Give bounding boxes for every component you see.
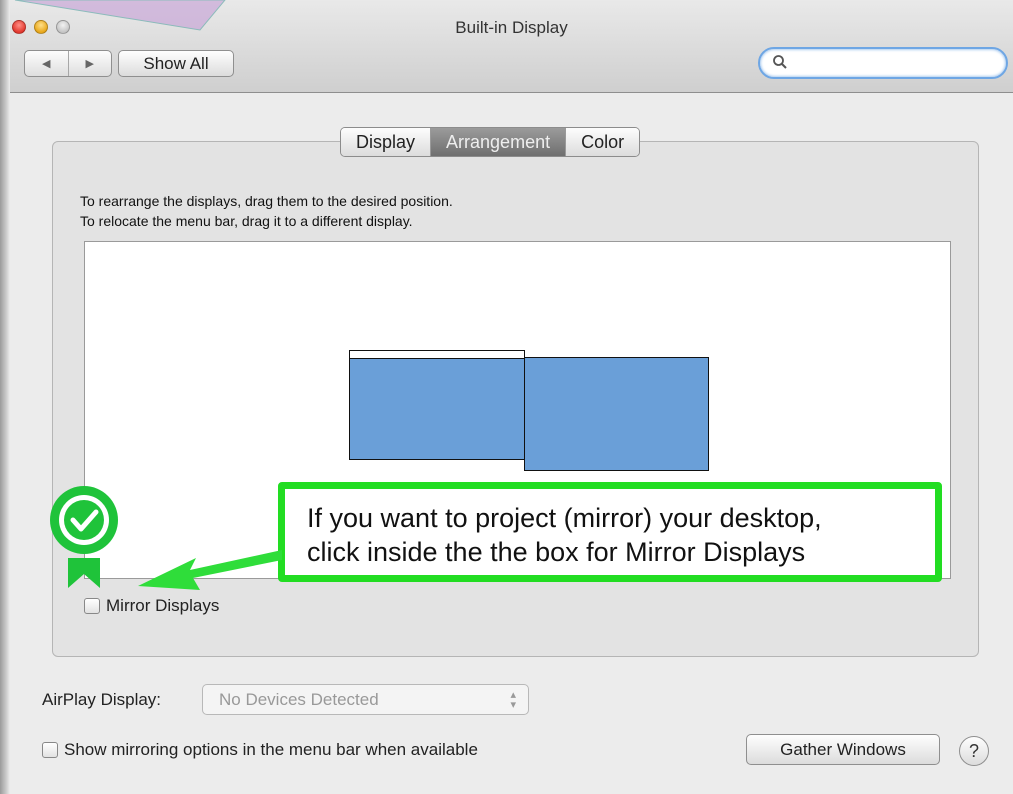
instruction-rearrange: To rearrange the displays, drag them to … — [80, 193, 453, 209]
menu-bar-handle[interactable] — [349, 350, 525, 359]
pin-tail — [68, 558, 100, 588]
search-field[interactable] — [758, 47, 1008, 79]
tab-color[interactable]: Color — [565, 128, 640, 156]
instruction-menu-bar: To relocate the menu bar, drag it to a d… — [80, 213, 413, 229]
show-mirroring-checkbox[interactable] — [42, 742, 58, 758]
tab-display[interactable]: Display — [341, 128, 431, 156]
back-arrow-icon: ◀ — [42, 58, 51, 70]
mirror-displays-label: Mirror Displays — [106, 596, 220, 615]
forward-button[interactable]: ▶ — [67, 51, 112, 76]
checkmark-pin-arrow — [50, 486, 282, 590]
airplay-display-popup[interactable]: No Devices Detected ▴ ▾ — [202, 684, 529, 715]
annotation-callout: If you want to project (mirror) your des… — [278, 482, 942, 582]
tab-bar: Display Arrangement Color — [340, 127, 641, 157]
forward-arrow-icon: ▶ — [85, 58, 94, 70]
help-button[interactable]: ? — [959, 736, 989, 766]
display-1-thumbnail[interactable] — [349, 358, 525, 460]
show-mirroring-label: Show mirroring options in the menu bar w… — [64, 740, 478, 759]
decorative-triangle — [14, 0, 226, 31]
callout-line-2: click inside the the box for Mirror Disp… — [307, 537, 806, 567]
gather-windows-button[interactable]: Gather Windows — [746, 734, 940, 765]
display-2-thumbnail[interactable] — [524, 357, 709, 471]
show-mirroring-option[interactable]: Show mirroring options in the menu bar w… — [42, 740, 478, 760]
airplay-display-label: AirPlay Display: — [42, 690, 162, 709]
back-forward-control: ◀ ▶ — [24, 50, 112, 77]
show-all-button[interactable]: Show All — [118, 50, 234, 77]
window-left-edge — [0, 0, 10, 794]
callout-line-1: If you want to project (mirror) your des… — [307, 503, 822, 533]
popup-chevron-icon: ▴ ▾ — [510, 689, 516, 711]
mirror-displays-checkbox[interactable] — [84, 598, 100, 614]
tab-arrangement[interactable]: Arrangement — [430, 128, 566, 156]
back-button[interactable]: ◀ — [25, 51, 68, 76]
pointer-arrow-icon — [138, 550, 282, 590]
mirror-displays-option[interactable]: Mirror Displays — [84, 596, 219, 616]
search-icon — [773, 55, 787, 69]
airplay-display-value: No Devices Detected — [219, 690, 379, 709]
